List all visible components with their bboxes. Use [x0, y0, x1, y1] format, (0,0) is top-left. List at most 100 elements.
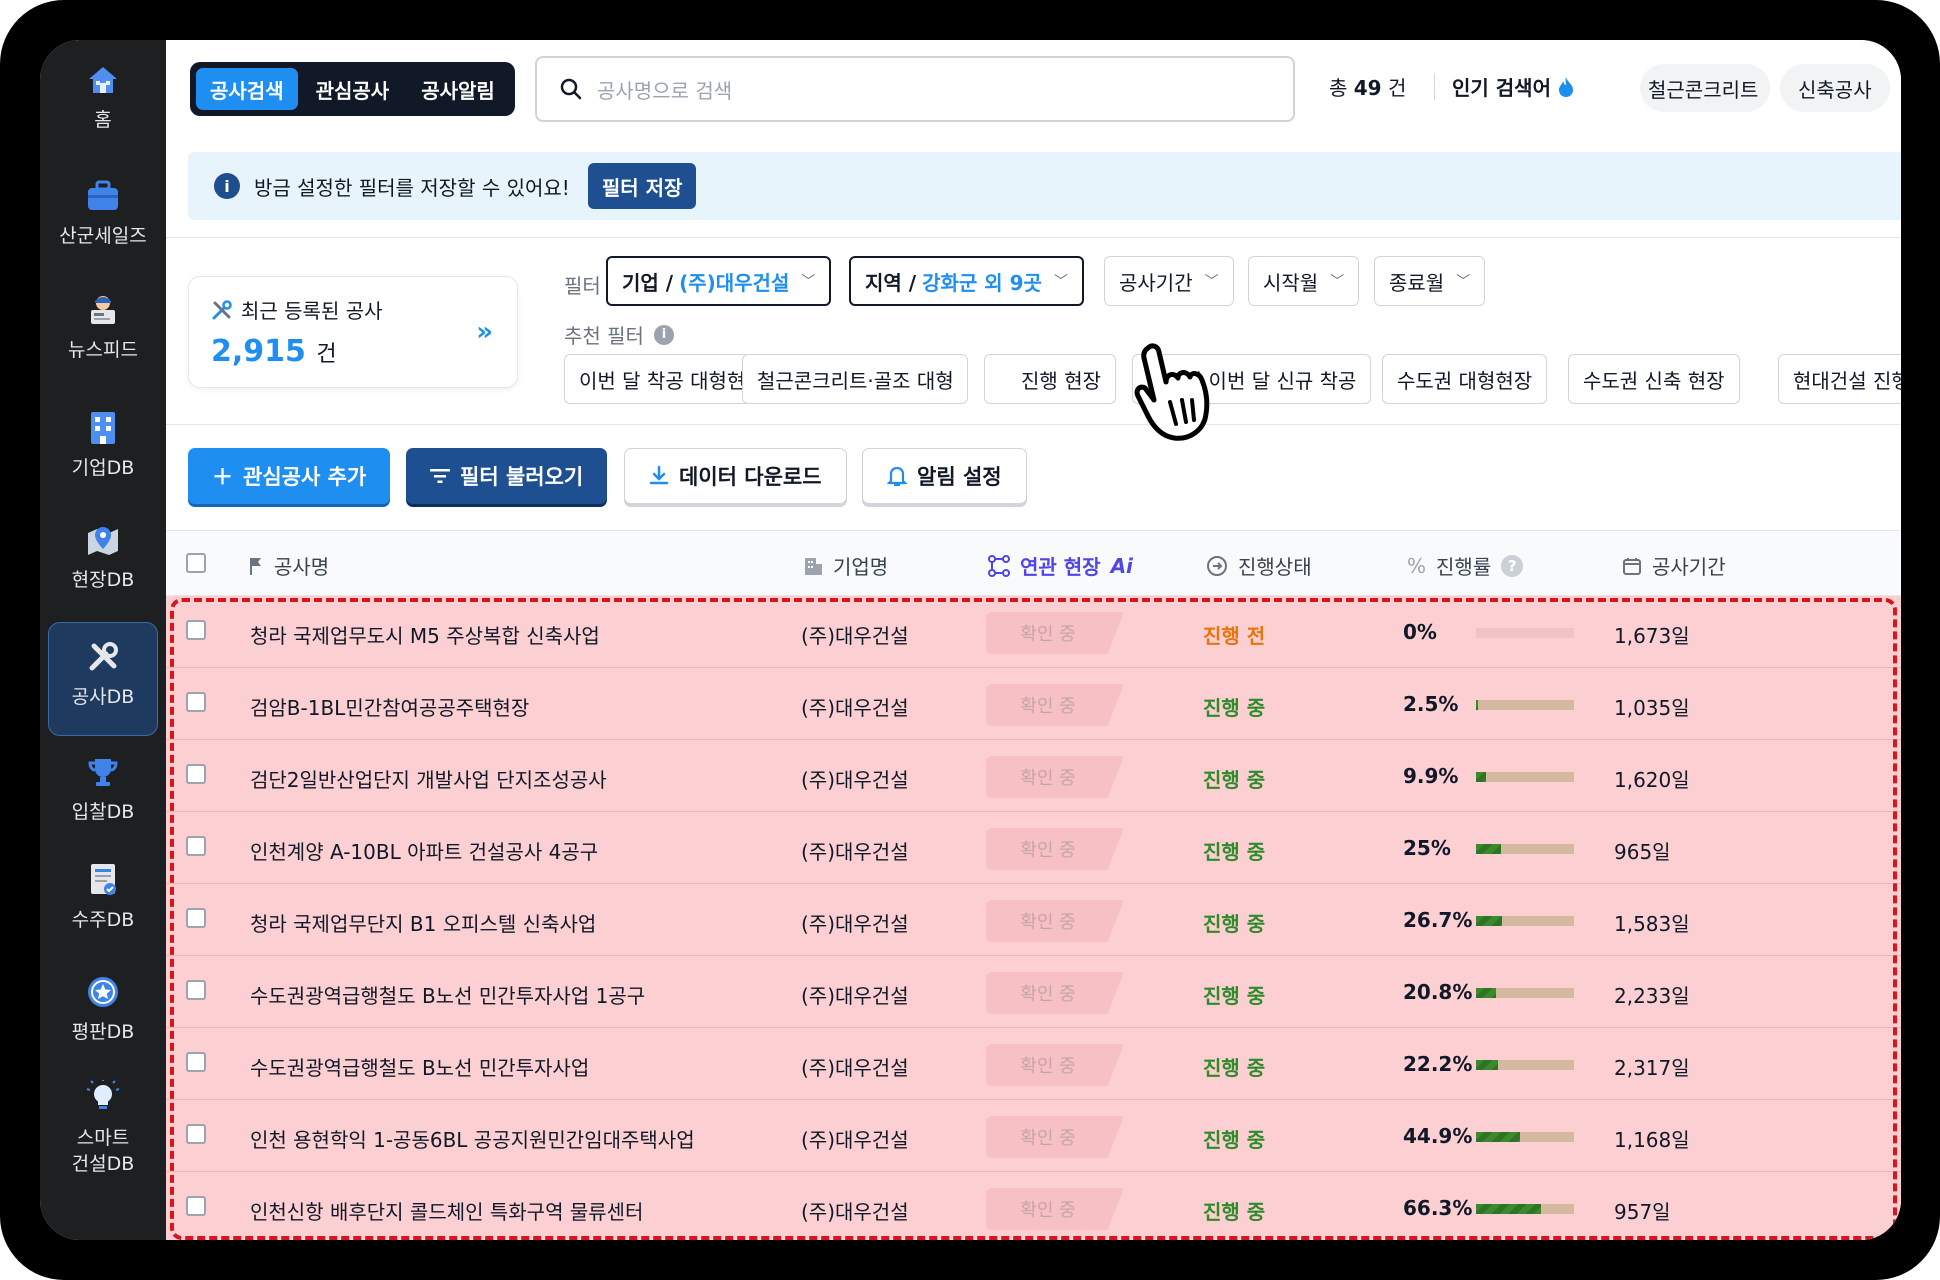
recommend-chip[interactable]: 철근콘크리트·골조 대형 [742, 354, 968, 404]
column-header-name[interactable]: 공사명 [248, 551, 329, 580]
filter-end-month[interactable]: 종료월 ﹀ [1374, 256, 1486, 306]
table-row[interactable]: 청라 국제업무단지 B1 오피스텔 신축사업 (주)대우건설 확인 중 진행 중 26.… [166, 884, 1901, 956]
company-name[interactable]: (주)대우건설 [801, 908, 909, 937]
table-row[interactable]: 청라 국제업무도시 M5 주상복합 신축사업 (주)대우건설 확인 중 진행 전 0% 1… [166, 596, 1901, 668]
project-name[interactable]: 검암B-1BL민간참여공공주택현장 [250, 692, 529, 721]
save-filter-button[interactable]: 필터 저장 [587, 163, 697, 209]
progress-rate: 22.2% [1403, 1052, 1473, 1076]
row-checkbox[interactable] [186, 1196, 206, 1216]
plus-icon: ＋ [212, 465, 233, 489]
recommend-chip[interactable]: 현대건설 진행 [1778, 354, 1901, 404]
add-favorite-label: 관심공사 추가 [243, 465, 367, 489]
tools-icon [83, 637, 123, 677]
company-name[interactable]: (주)대우건설 [801, 1196, 909, 1225]
sidebar-item-home[interactable]: 홈 [48, 60, 158, 140]
total-prefix: 총 [1329, 76, 1348, 100]
company-name[interactable]: (주)대우건설 [801, 836, 909, 865]
sidebar-item-label: 입찰DB [71, 801, 135, 823]
sidebar-item-reputation-db[interactable]: 평판DB [48, 972, 158, 1052]
divider [1434, 74, 1435, 100]
column-header-company[interactable]: 기업명 [803, 551, 888, 580]
filter-period[interactable]: 공사기간 ﹀ [1104, 256, 1234, 306]
data-download-button[interactable]: 데이터 다운로드 [624, 448, 847, 504]
progress-rate: 20.8% [1403, 980, 1473, 1004]
project-duration: 1,673일 [1614, 624, 1690, 648]
table-row[interactable]: 검암B-1BL민간참여공공주택현장 (주)대우건설 확인 중 진행 중 2.5% 1,03… [166, 668, 1901, 740]
row-checkbox[interactable] [186, 836, 206, 856]
table-row[interactable]: 인천신항 배후단지 콜드체인 특화구역 물류센터 (주)대우건설 확인 중 진행 중 6… [166, 1172, 1901, 1240]
tab-alerts[interactable]: 공사알림 [407, 68, 509, 110]
add-favorite-button[interactable]: ＋ 관심공사 추가 [188, 448, 391, 504]
recent-projects-card[interactable]: 최근 등록된 공사 2,915 건 » [188, 276, 518, 388]
popular-chip-new-construction[interactable]: 신축공사 [1780, 64, 1890, 112]
row-checkbox[interactable] [186, 764, 206, 784]
project-name[interactable]: 인천계양 A-10BL 아파트 건설공사 4공구 [250, 836, 598, 865]
sidebar-item-construction-db[interactable]: 공사DB [48, 622, 158, 736]
tools-icon [212, 299, 232, 319]
help-icon[interactable]: ? [1501, 554, 1524, 577]
company-name[interactable]: (주)대우건설 [801, 692, 909, 721]
status-label: 진행 중 [1203, 1128, 1266, 1152]
alert-settings-label: 알림 설정 [917, 465, 1002, 489]
related-site-badge: 확인 중 [986, 900, 1124, 942]
recommend-chip[interactable]: 진행 현장 [984, 354, 1116, 404]
progress-rate: 44.9% [1403, 1124, 1473, 1148]
progress-bar [1476, 1204, 1574, 1214]
table-row[interactable]: 수도권광역급행철도 B노선 민간투자사업 (주)대우건설 확인 중 진행 중 22.2%… [166, 1028, 1901, 1100]
filter-region[interactable]: 지역 / 강화군 외 9곳 ﹀ [849, 256, 1084, 306]
sidebar-item-sales[interactable]: 산군세일즈 [48, 176, 158, 256]
project-name[interactable]: 인천 용현학익 1-공동6BL 공공지원민간임대주택사업 [250, 1124, 695, 1153]
select-all-checkbox[interactable] [186, 553, 206, 573]
company-name[interactable]: (주)대우건설 [801, 620, 909, 649]
search-icon [560, 78, 582, 100]
progress-bar [1476, 844, 1574, 854]
related-site-badge: 확인 중 [986, 684, 1124, 726]
row-checkbox[interactable] [186, 980, 206, 1000]
company-name[interactable]: (주)대우건설 [801, 1124, 909, 1153]
recommend-chip[interactable]: 수도권 신축 현장 [1568, 354, 1740, 404]
tab-favorites[interactable]: 관심공사 [302, 68, 404, 110]
column-header-related-site[interactable]: 연관 현장 Ai [988, 551, 1133, 580]
project-duration: 1,035일 [1614, 696, 1690, 720]
filter-start-month[interactable]: 시작월 ﹀ [1248, 256, 1360, 306]
project-name[interactable]: 청라 국제업무단지 B1 오피스텔 신축사업 [250, 908, 596, 937]
row-checkbox[interactable] [186, 1052, 206, 1072]
row-checkbox[interactable] [186, 908, 206, 928]
row-checkbox[interactable] [186, 620, 206, 640]
progress-bar [1476, 1132, 1574, 1142]
company-name[interactable]: (주)대우건설 [801, 764, 909, 793]
table-row[interactable]: 수도권광역급행철도 B노선 민간투자사업 1공구 (주)대우건설 확인 중 진행 중 2… [166, 956, 1901, 1028]
column-header-period[interactable]: 공사기간 [1622, 551, 1726, 580]
progress-bar-fill [1476, 772, 1486, 782]
column-header-rate[interactable]: % 진행률 ? [1407, 551, 1524, 580]
alert-settings-button[interactable]: 알림 설정 [862, 448, 1027, 504]
column-header-status[interactable]: 진행상태 [1206, 551, 1312, 580]
table-row[interactable]: 검단2일반산업단지 개발사업 단지조성공사 (주)대우건설 확인 중 진행 중 9.9%… [166, 740, 1901, 812]
project-name[interactable]: 검단2일반산업단지 개발사업 단지조성공사 [250, 764, 607, 793]
sidebar-item-bid-db[interactable]: 입찰DB [48, 752, 158, 832]
sidebar-item-smart-construction-db[interactable]: 스마트 건설DB [48, 1078, 158, 1188]
recommend-chip[interactable]: 수도권 대형현장 [1382, 354, 1548, 404]
search-input[interactable]: 공사명으로 검색 [535, 56, 1295, 122]
project-name[interactable]: 인천신항 배후단지 콜드체인 특화구역 물류센터 [250, 1196, 643, 1225]
news-reader-icon [83, 290, 123, 330]
filter-company[interactable]: 기업 / (주)대우건설 ﹀ [606, 256, 832, 306]
project-name[interactable]: 청라 국제업무도시 M5 주상복합 신축사업 [250, 620, 600, 649]
project-name[interactable]: 수도권광역급행철도 B노선 민간투자사업 1공구 [250, 980, 645, 1009]
popular-chip-rebar-concrete[interactable]: 철근콘크리트 [1640, 64, 1770, 112]
sidebar-item-company-db[interactable]: 기업DB [48, 408, 158, 488]
company-name[interactable]: (주)대우건설 [801, 980, 909, 1009]
tab-search[interactable]: 공사검색 [196, 68, 298, 110]
table-row[interactable]: 인천계양 A-10BL 아파트 건설공사 4공구 (주)대우건설 확인 중 진행 중 2… [166, 812, 1901, 884]
row-checkbox[interactable] [186, 692, 206, 712]
project-name[interactable]: 수도권광역급행철도 B노선 민간투자사업 [250, 1052, 589, 1081]
divider [166, 237, 1901, 238]
sidebar-item-site-db[interactable]: 현장DB [48, 520, 158, 600]
building-icon [805, 557, 822, 575]
table-row[interactable]: 인천 용현학익 1-공동6BL 공공지원민간임대주택사업 (주)대우건설 확인 중 진… [166, 1100, 1901, 1172]
row-checkbox[interactable] [186, 1124, 206, 1144]
load-filter-button[interactable]: 필터 불러오기 [406, 448, 608, 504]
sidebar-item-order-db[interactable]: 수주DB [48, 860, 158, 940]
sidebar-item-newsfeed[interactable]: 뉴스피드 [48, 290, 158, 370]
company-name[interactable]: (주)대우건설 [801, 1052, 909, 1081]
